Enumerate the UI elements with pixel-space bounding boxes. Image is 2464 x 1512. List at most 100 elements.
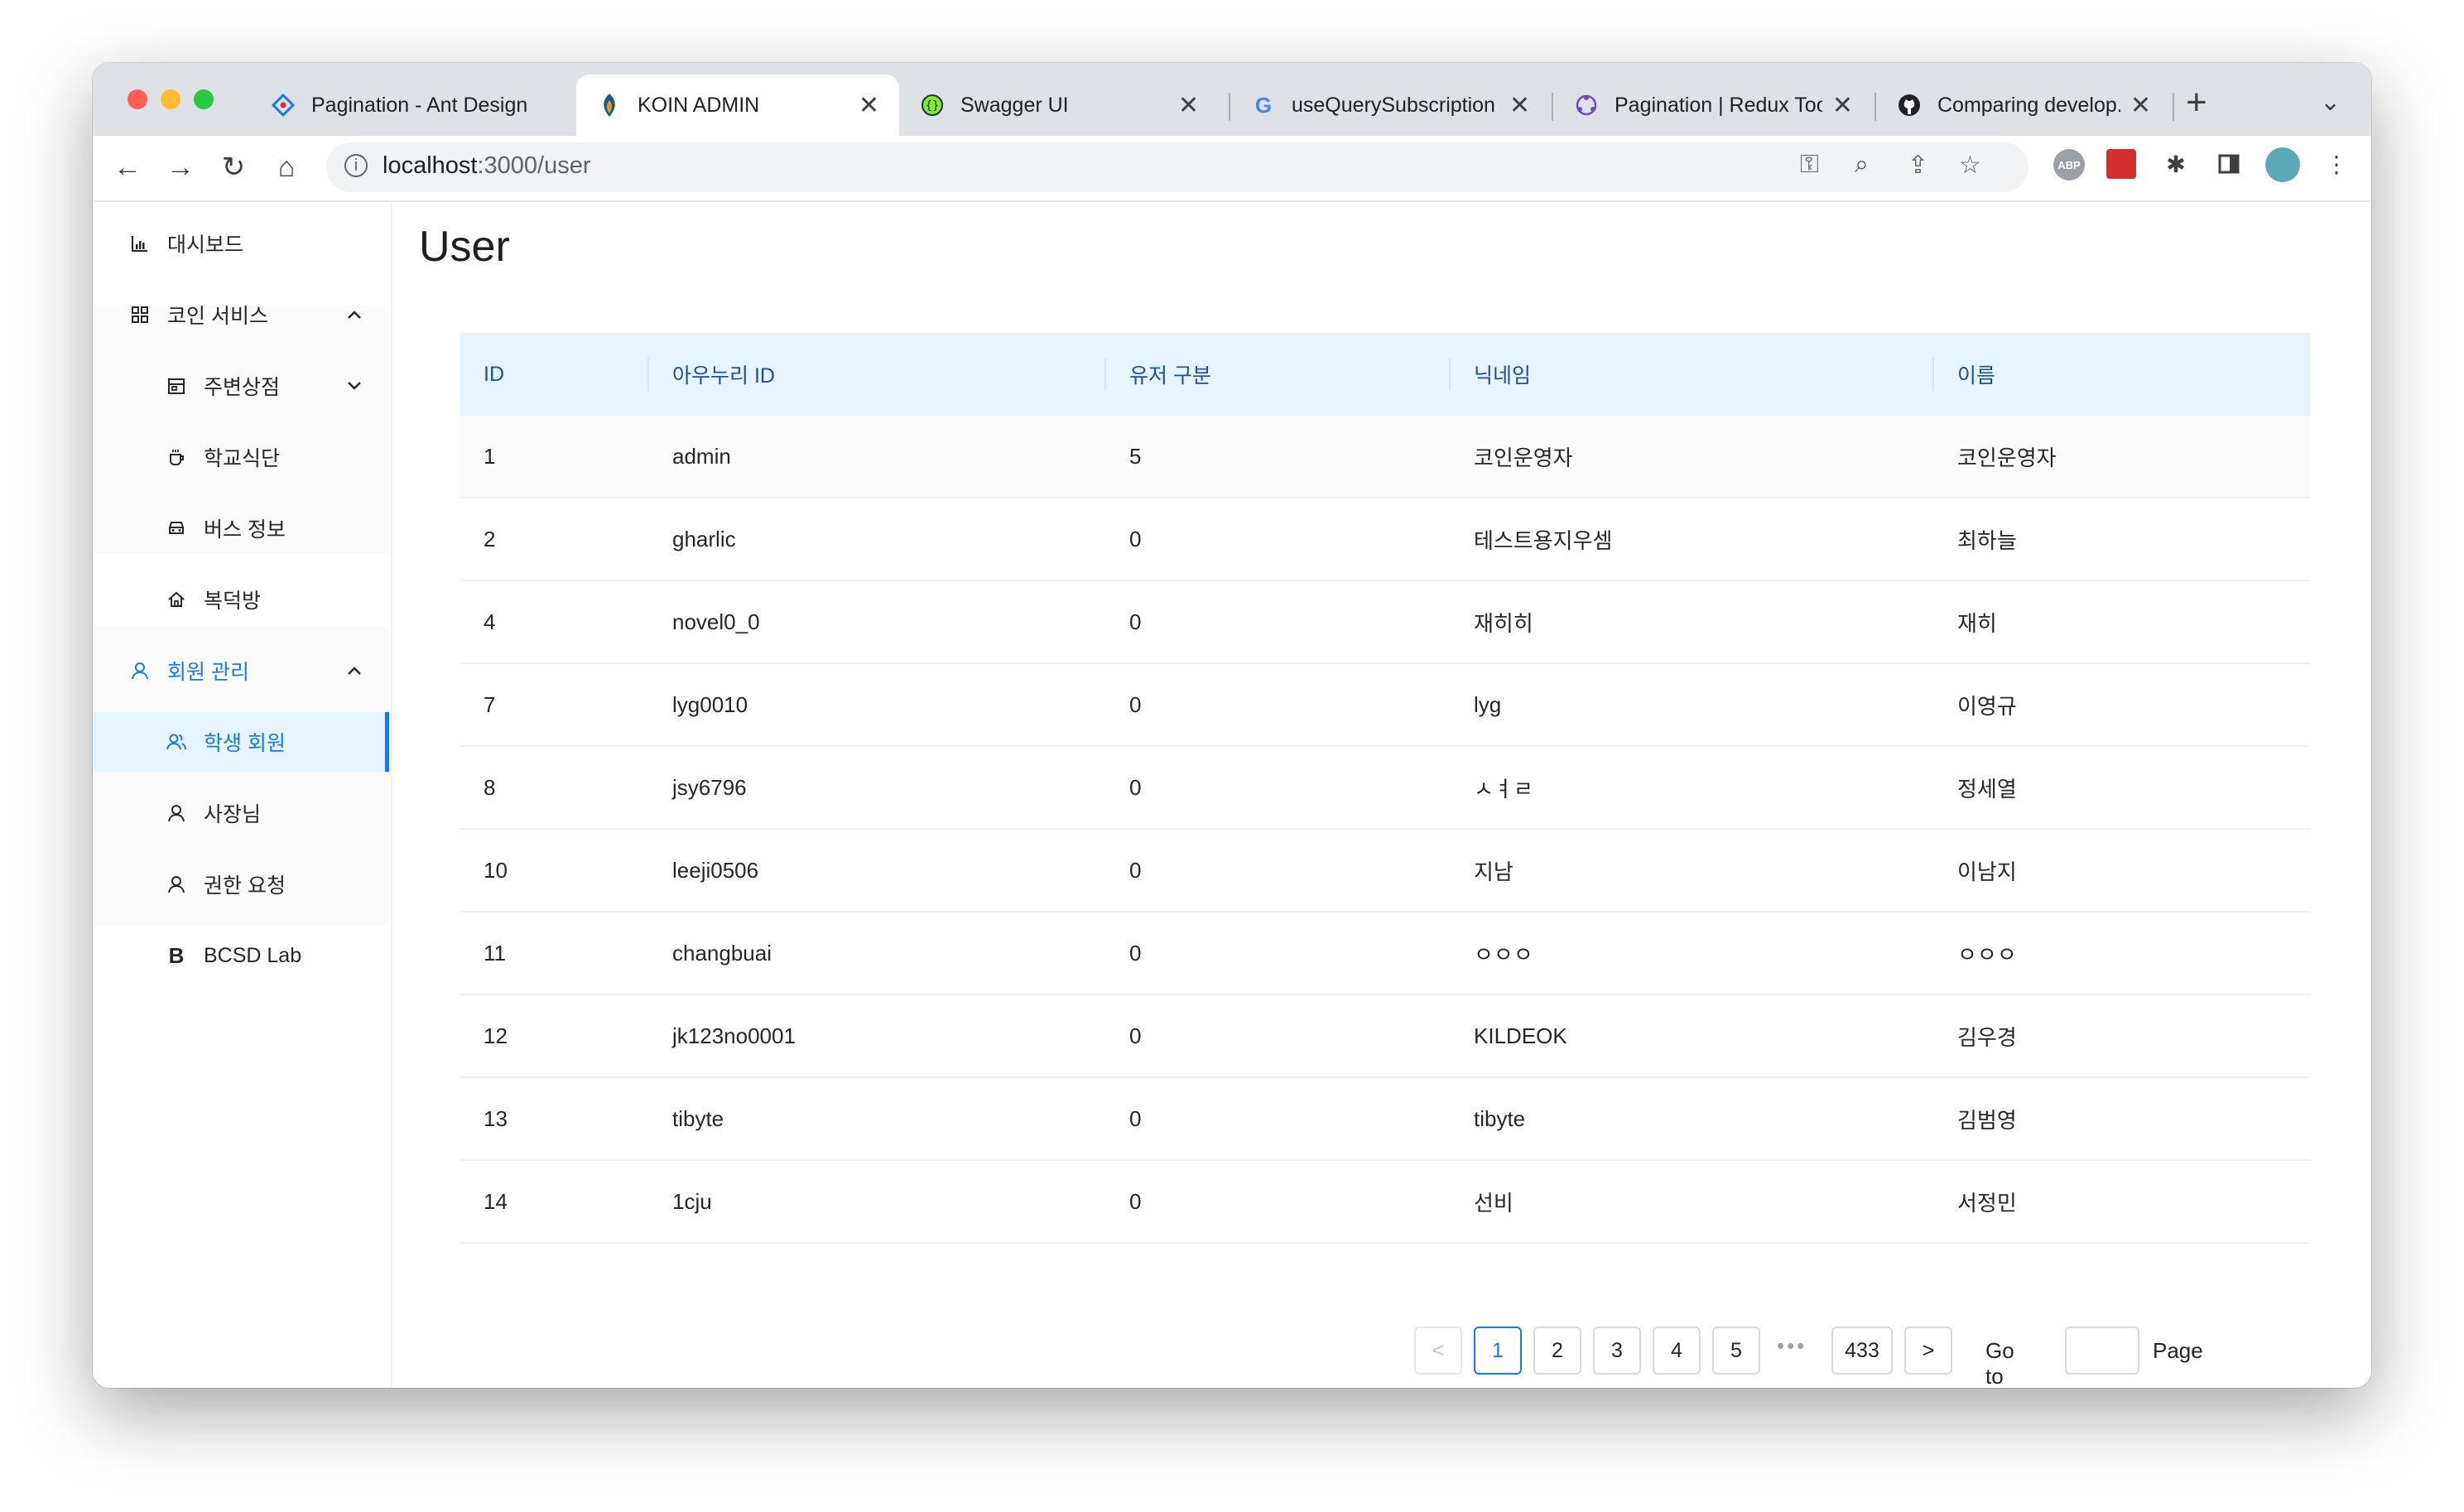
bar-chart-icon	[128, 234, 152, 253]
cell-portal-id: admin	[672, 443, 731, 469]
maximize-window-button[interactable]	[194, 89, 214, 109]
profile-avatar[interactable]	[2265, 147, 2300, 182]
cell-portal-id: jsy6796	[672, 774, 747, 800]
tab-koin-admin[interactable]: KOIN ADMIN ✕	[576, 75, 899, 136]
sidebar-item-school-meals[interactable]: 학교식단	[93, 427, 389, 487]
bookmark-star-icon[interactable]: ☆	[1959, 151, 1981, 180]
google-icon: G	[1254, 92, 1273, 118]
reload-icon[interactable]: ↻	[214, 147, 253, 187]
sidebar-item-member-management[interactable]: 회원 관리	[93, 641, 389, 701]
table-row[interactable]: 10 leeji0506 0 지남 이남지	[460, 830, 2310, 912]
next-page-button[interactable]: >	[1904, 1327, 1952, 1375]
page-1-button[interactable]: 1	[1474, 1327, 1522, 1375]
main-content: User ID 아우누리 ID 유저 구분 닉네임 이름 1 admin 5 코인운영…	[392, 202, 2371, 1388]
zoom-icon[interactable]: ⌕	[1855, 151, 1869, 179]
home-icon[interactable]: ⌂	[267, 147, 306, 187]
new-tab-button[interactable]: +	[2186, 84, 2207, 121]
site-info-icon[interactable]: i	[344, 154, 368, 177]
cell-portal-id: lyg0010	[672, 691, 748, 717]
address-bar[interactable]: i localhost:3000/user ⚿ ⌕ ⇪ ☆	[326, 142, 2028, 192]
table-header: ID 아우누리 ID 유저 구분 닉네임 이름	[460, 333, 2310, 416]
cell-nickname: ㅇㅇㅇ	[1474, 941, 1533, 967]
close-icon[interactable]: ✕	[1178, 91, 1199, 120]
jump-next-ellipsis[interactable]: •••	[1777, 1333, 1807, 1359]
cell-id: 13	[484, 1105, 508, 1131]
tab-title: Comparing develop...feature	[1937, 93, 2120, 117]
table-row[interactable]: 7 lyg0010 0 lyg 이영규	[460, 664, 2310, 747]
table-row[interactable]: 11 changbuai 0 ㅇㅇㅇ ㅇㅇㅇ	[460, 912, 2310, 995]
sidebar-item-nearby-stores[interactable]: 주변상점	[93, 356, 389, 416]
cell-user-type: 0	[1129, 1023, 1142, 1048]
close-icon[interactable]: ✕	[1832, 91, 1853, 120]
table-row[interactable]: 4 novel0_0 0 재히히 재히	[460, 581, 2310, 664]
extensions-puzzle-icon[interactable]: ✱	[2159, 147, 2192, 181]
user-table: ID 아우누리 ID 유저 구분 닉네임 이름 1 admin 5 코인운영자 코인운영…	[460, 333, 2310, 1244]
sidebar-item-permission-requests[interactable]: 권한 요청	[93, 855, 389, 914]
page-4-button[interactable]: 4	[1653, 1327, 1701, 1375]
table-row[interactable]: 14 1cju 0 선비 서정민	[460, 1161, 2310, 1244]
close-window-button[interactable]	[128, 89, 147, 109]
sidebar-item-label: 사장님	[204, 803, 262, 826]
url-text[interactable]: localhost:3000/user	[383, 152, 591, 180]
sidebar-item-dashboard[interactable]: 대시보드	[93, 214, 389, 273]
table-body: 1 admin 5 코인운영자 코인운영자 2 gharlic 0 테스트용지우셈 최하늘 4 nov…	[460, 416, 2310, 1244]
sidebar-item-label: 회원 관리	[167, 661, 249, 684]
column-header-nickname[interactable]: 닉네임	[1474, 333, 1531, 416]
sidebar-item-bus-info[interactable]: 버스 정보	[93, 498, 389, 558]
browser-menu-icon[interactable]: ⋮	[2320, 147, 2353, 181]
minimize-window-button[interactable]	[161, 89, 180, 109]
page-5-button[interactable]: 5	[1712, 1327, 1760, 1375]
table-row[interactable]: 2 gharlic 0 테스트용지우셈 최하늘	[460, 498, 2310, 581]
column-header-portal-id[interactable]: 아우누리 ID	[672, 333, 775, 416]
cell-name: 이영규	[1957, 693, 2017, 719]
tab-use-query-subscription[interactable]: G useQuerySubscription ✕	[1230, 75, 1550, 136]
grid-icon	[128, 306, 152, 324]
tab-swagger[interactable]: {} Swagger UI ✕	[899, 75, 1219, 136]
close-icon[interactable]: ✕	[2130, 91, 2151, 120]
chevron-down-icon	[346, 375, 363, 397]
page-last-button[interactable]: 433	[1831, 1327, 1893, 1375]
chevron-up-icon	[346, 304, 363, 325]
cell-nickname: 지남	[1474, 859, 1514, 884]
column-header-name[interactable]: 이름	[1957, 333, 1995, 416]
page-2-button[interactable]: 2	[1533, 1327, 1581, 1375]
close-icon[interactable]: ✕	[859, 91, 879, 120]
extension-red-icon[interactable]	[2106, 149, 2136, 179]
prev-page-button[interactable]: <	[1414, 1327, 1462, 1375]
adblock-extension-icon[interactable]: ABP	[2053, 149, 2085, 181]
column-header-id[interactable]: ID	[484, 333, 504, 416]
tab-github-compare[interactable]: Comparing develop...feature ✕	[1876, 75, 2171, 136]
cell-name: 서정민	[1957, 1190, 2017, 1216]
side-panel-icon[interactable]	[2212, 147, 2245, 181]
forward-arrow-icon[interactable]: →	[161, 147, 200, 187]
back-arrow-icon[interactable]: ←	[108, 147, 147, 187]
key-icon[interactable]: ⚿	[1800, 151, 1819, 179]
table-row[interactable]: 8 jsy6796 0 ㅅㅕㄹ 정세열	[460, 747, 2310, 830]
browser-toolbar: ← → ↻ ⌂ i localhost:3000/user ⚿ ⌕ ⇪ ☆	[93, 136, 2371, 202]
table-row[interactable]: 1 admin 5 코인운영자 코인운영자	[460, 416, 2310, 498]
tab-redux-toolkit[interactable]: Pagination | Redux Toolkit ✕	[1553, 75, 1873, 136]
sidebar-item-coin-service[interactable]: 코인 서비스	[93, 285, 389, 344]
share-icon[interactable]: ⇪	[1908, 151, 1928, 180]
column-header-user-type[interactable]: 유저 구분	[1129, 333, 1211, 416]
redux-icon	[1573, 92, 1600, 118]
tab-search-chevron-icon[interactable]: ⌄	[2320, 88, 2341, 117]
cell-user-type: 0	[1129, 774, 1142, 800]
cell-user-type: 0	[1129, 609, 1142, 634]
table-row[interactable]: 12 jk123no0001 0 KILDEOK 김우경	[460, 995, 2310, 1078]
chevron-up-icon	[346, 660, 363, 681]
cell-user-type: 0	[1129, 526, 1142, 551]
page-3-button[interactable]: 3	[1593, 1327, 1641, 1375]
github-icon	[1896, 92, 1923, 118]
sidebar-item-real-estate[interactable]: 복덕방	[93, 570, 389, 629]
cell-id: 2	[484, 526, 496, 551]
cell-nickname: 재히히	[1474, 610, 1533, 636]
goto-page-input[interactable]	[2065, 1327, 2139, 1375]
table-row[interactable]: 13 tibyte 0 tibyte 김범영	[460, 1078, 2310, 1161]
url-host: localhost	[383, 152, 478, 179]
sidebar-item-bcsd-lab[interactable]: B BCSD Lab	[93, 926, 389, 985]
close-icon[interactable]: ✕	[1509, 91, 1530, 120]
sidebar-item-owners[interactable]: 사장님	[93, 783, 389, 843]
cell-name: 김우경	[1957, 1024, 2017, 1050]
sidebar-item-student-members[interactable]: 학생 회원	[93, 712, 389, 772]
